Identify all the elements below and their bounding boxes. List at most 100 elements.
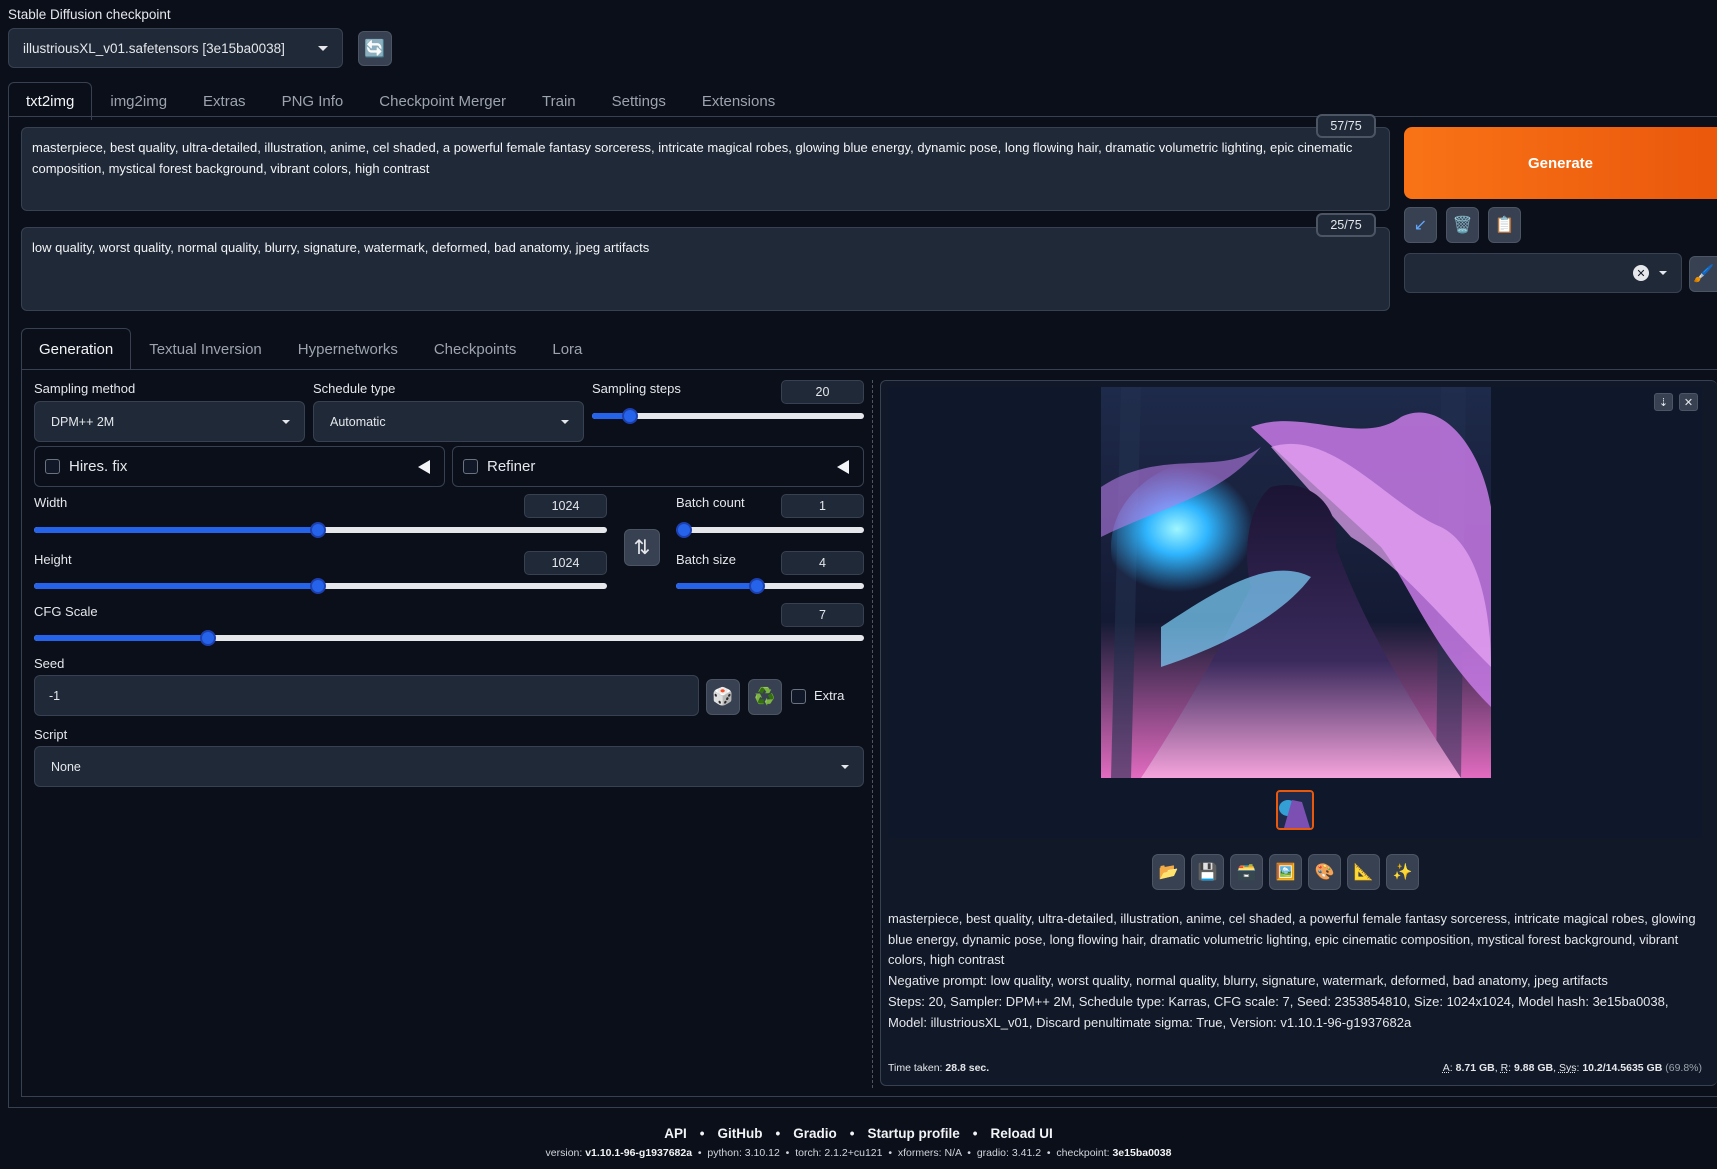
save-button[interactable]: 💾 [1191, 854, 1224, 890]
download-button[interactable]: ⇣ [1654, 393, 1673, 411]
slider-fill [34, 583, 318, 589]
refiner-label: Refiner [487, 458, 536, 475]
dice-icon: 🎲 [712, 687, 734, 706]
clear-prompt-button[interactable]: 🗑️ [1446, 207, 1479, 243]
vram-sys-value: 10.2/14.5635 GB [1582, 1062, 1663, 1074]
batch-size-slider[interactable] [676, 578, 864, 594]
subtab-lora[interactable]: Lora [534, 328, 600, 370]
tab-png-info[interactable]: PNG Info [264, 82, 362, 120]
sampling-method-label: Sampling method [34, 381, 136, 396]
send-to-img2img-button[interactable]: 🖼️ [1269, 854, 1302, 890]
refiner-accordion[interactable]: Refiner [452, 446, 864, 487]
extra-seed-checkbox[interactable] [791, 689, 806, 704]
footer-link-api[interactable]: API [664, 1126, 687, 1141]
reuse-seed-button[interactable]: ♻️ [748, 679, 782, 715]
image-thumbnail[interactable] [1276, 790, 1314, 830]
sampling-steps-label: Sampling steps [592, 381, 681, 396]
styles-dropdown[interactable]: ✕ [1404, 253, 1682, 293]
vram-r-label: R [1500, 1062, 1509, 1074]
generated-image[interactable] [1101, 387, 1491, 778]
schedule-type-value: Automatic [330, 414, 386, 429]
apply-styles-button[interactable]: 📋 [1488, 207, 1521, 243]
slider-thumb[interactable] [309, 522, 326, 538]
footer-link-github[interactable]: GitHub [718, 1126, 763, 1141]
collapse-triangle-icon [418, 459, 430, 474]
subtab-textual-inversion[interactable]: Textual Inversion [131, 328, 280, 370]
swap-dimensions-button[interactable]: ⇅ [624, 529, 660, 566]
height-input[interactable]: 1024 [524, 551, 607, 575]
schedule-type-dropdown[interactable]: Automatic [313, 401, 584, 442]
edit-styles-button[interactable]: 🖌️ [1689, 256, 1717, 292]
tab-extras[interactable]: Extras [185, 82, 264, 120]
script-dropdown[interactable]: None [34, 746, 864, 787]
subtab-hypernetworks[interactable]: Hypernetworks [280, 328, 416, 370]
close-gallery-button[interactable]: ✕ [1679, 393, 1698, 411]
open-folder-icon: 📂 [1158, 864, 1179, 881]
refresh-checkpoint-button[interactable]: 🔄 [358, 31, 392, 66]
hires-fix-accordion[interactable]: Hires. fix [34, 446, 445, 487]
subtab-generation[interactable]: Generation [21, 328, 132, 370]
send-to-inpaint-button[interactable]: 🎨 [1308, 854, 1341, 890]
xformers-label: xformers: [897, 1147, 942, 1159]
subtab-checkpoints[interactable]: Checkpoints [416, 328, 535, 370]
chevron-down-icon [318, 45, 328, 51]
sampling-method-dropdown[interactable]: DPM++ 2M [34, 401, 305, 442]
slider-fill [34, 527, 318, 533]
time-taken-value: 28.8 sec. [945, 1062, 990, 1074]
hires-fix-checkbox[interactable] [45, 459, 60, 474]
footer-link-startup-profile[interactable]: Startup profile [867, 1126, 959, 1141]
tab-checkpoint-merger[interactable]: Checkpoint Merger [361, 82, 524, 120]
width-input[interactable]: 1024 [524, 494, 607, 518]
tab-extensions[interactable]: Extensions [684, 82, 793, 120]
outer-border-bottom [8, 1107, 1717, 1108]
seed-input[interactable]: -1 [34, 675, 699, 716]
paintbrush-icon: 🖌️ [1693, 264, 1715, 283]
batch-size-input[interactable]: 4 [781, 551, 864, 575]
footer-link-gradio[interactable]: Gradio [793, 1126, 837, 1141]
tab-txt2img[interactable]: txt2img [8, 82, 93, 120]
gradio-label: gradio: [976, 1147, 1009, 1159]
upscale-button[interactable]: ✨ [1386, 854, 1419, 890]
slider-thumb[interactable] [676, 522, 692, 538]
cfg-scale-slider[interactable] [34, 630, 864, 646]
width-slider[interactable] [34, 522, 607, 538]
slider-thumb[interactable] [622, 408, 639, 424]
thumbnail-illustration [1278, 792, 1312, 828]
prompt-textarea[interactable]: masterpiece, best quality, ultra-detaile… [21, 127, 1390, 211]
read-params-button[interactable]: ↙ [1404, 207, 1437, 243]
random-seed-button[interactable]: 🎲 [706, 679, 740, 715]
footer-separator: • [972, 1126, 978, 1141]
sampling-steps-input[interactable]: 20 [781, 380, 864, 404]
batch-count-input[interactable]: 1 [781, 494, 864, 518]
zip-button[interactable]: 🗃️ [1230, 854, 1263, 890]
sampling-steps-slider[interactable] [592, 408, 864, 424]
open-folder-button[interactable]: 📂 [1152, 854, 1185, 890]
send-to-extras-icon: 📐 [1353, 864, 1374, 881]
checkpoint-dropdown[interactable]: illustriousXL_v01.safetensors [3e15ba003… [8, 28, 343, 68]
slider-thumb[interactable] [200, 630, 217, 646]
tab-train[interactable]: Train [524, 82, 594, 120]
height-slider[interactable] [34, 578, 607, 594]
send-to-extras-button[interactable]: 📐 [1347, 854, 1380, 890]
main-tabs: txt2img img2img Extras PNG Info Checkpoint M… [8, 82, 793, 120]
outer-border-left [8, 116, 9, 1108]
tab-settings[interactable]: Settings [594, 82, 684, 120]
cfg-scale-input[interactable]: 7 [781, 603, 864, 627]
info-negative-prompt: Negative prompt: low quality, worst qual… [888, 973, 1608, 989]
generate-button[interactable]: Generate [1404, 127, 1717, 199]
save-icon: 💾 [1197, 864, 1218, 881]
batch-count-slider[interactable] [676, 522, 864, 538]
width-label: Width [34, 495, 68, 510]
gen-border-bottom [21, 1096, 1717, 1097]
refiner-checkbox[interactable] [463, 459, 478, 474]
slider-thumb[interactable] [309, 578, 326, 594]
vram-sys-label: Sys [1558, 1062, 1577, 1074]
slider-thumb[interactable] [748, 578, 765, 594]
clear-icon[interactable]: ✕ [1633, 265, 1649, 281]
negative-prompt-textarea[interactable]: low quality, worst quality, normal quali… [21, 227, 1390, 311]
tab-img2img[interactable]: img2img [92, 82, 185, 120]
torch-label: torch: [795, 1147, 822, 1159]
footer-link-reload-ui[interactable]: Reload UI [990, 1126, 1052, 1141]
gen-border-left [21, 369, 22, 1096]
torch-value: 2.1.2+cu121 [824, 1147, 883, 1159]
